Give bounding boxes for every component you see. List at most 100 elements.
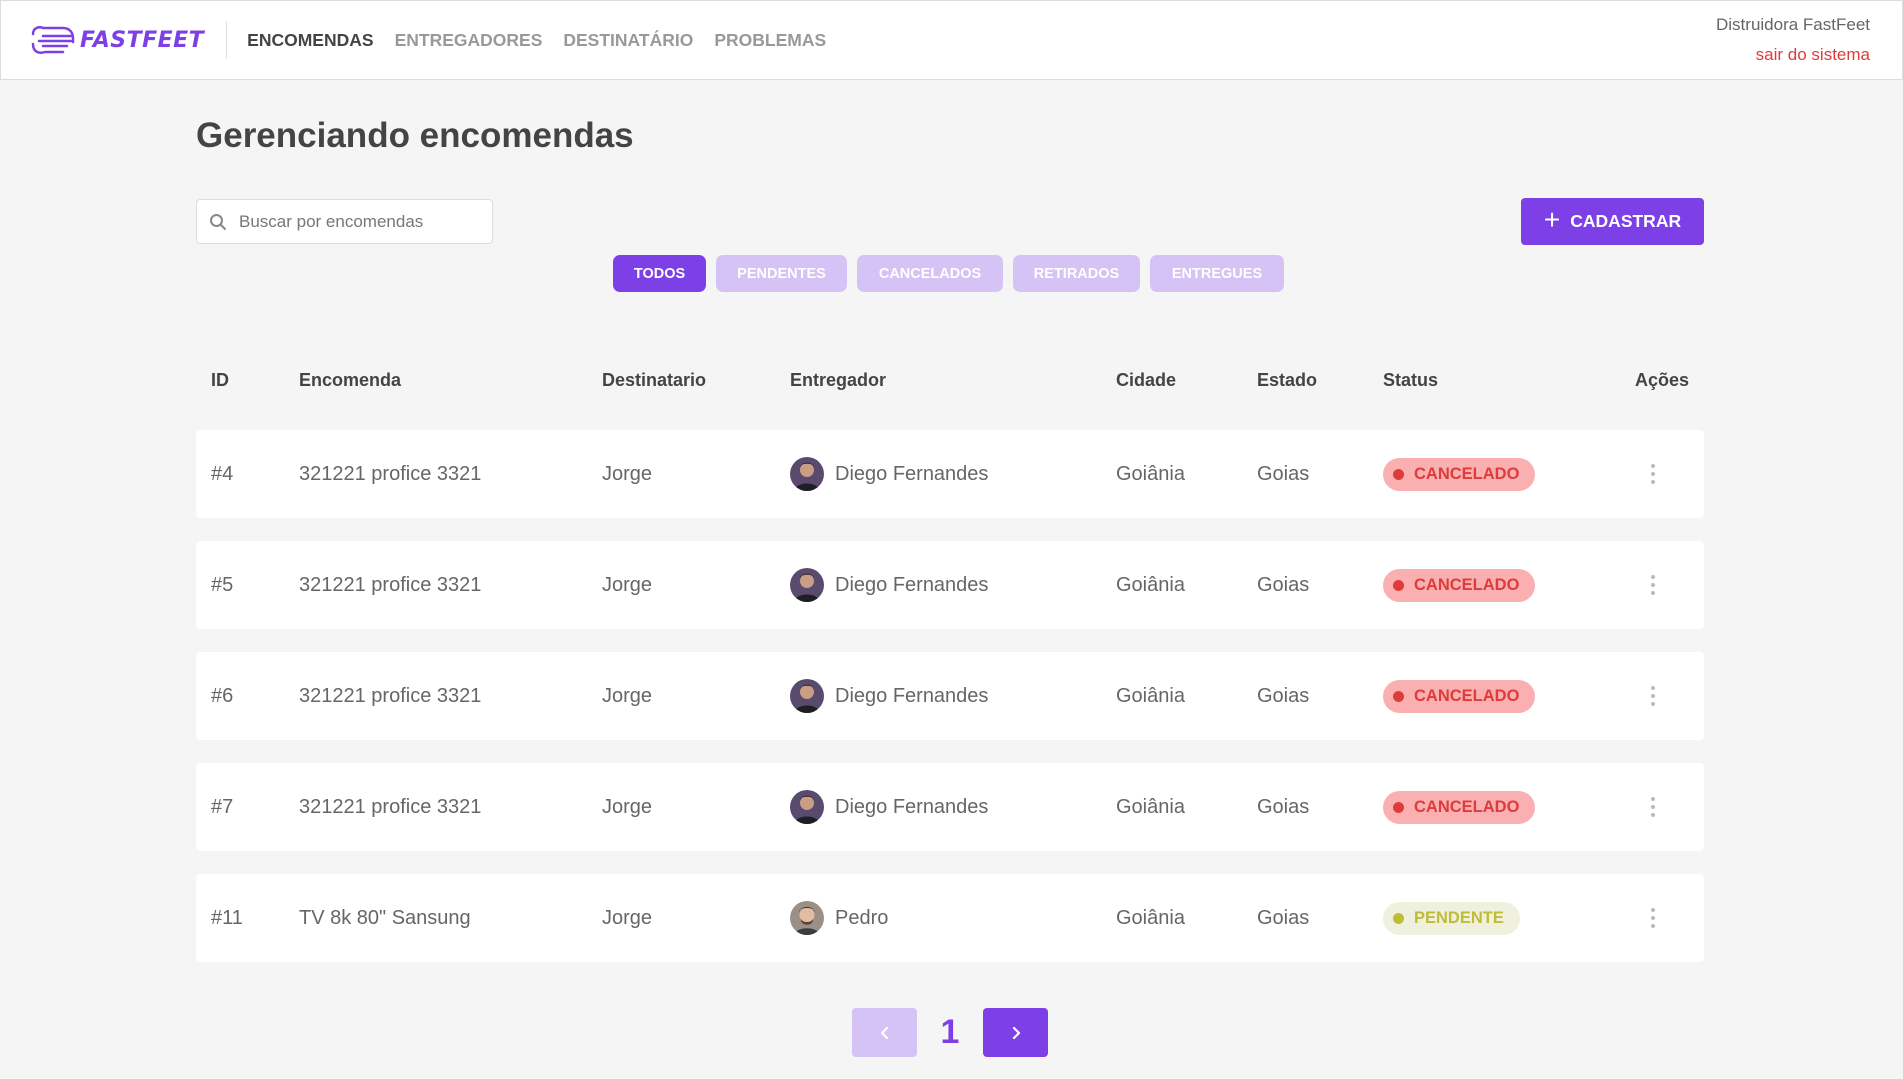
cell-id: #7 [211,795,234,818]
nav-encomendas[interactable]: ENCOMENDAS [247,30,373,51]
col-header-encomenda: Encomenda [299,370,402,390]
cell-destinatario: Jorge [602,795,653,818]
col-header-entregador: Entregador [790,370,887,390]
cell-status: CANCELADO [1383,430,1536,518]
top-navbar: FASTFEET ENCOMENDAS ENTREGADORES DESTINA… [0,0,1903,80]
cell-estado: Goias [1257,684,1310,707]
brand-logo[interactable]: FASTFEET [29,20,204,60]
cell-cidade: Goiânia [1116,906,1185,929]
cell-encomenda: 321221 profice 3321 [299,684,482,707]
next-page-button[interactable] [983,1008,1048,1057]
add-button-label: CADASTRAR [1570,211,1682,231]
nav-problemas[interactable]: PROBLEMAS [714,30,826,51]
table-row: #11 TV 8k 80" Sansung Jorge Pedro Goiânia Goi… [196,874,1704,962]
cell-entregador: Pedro [790,874,888,962]
table-row: #7 321221 profice 3321 Jorge Diego Fernande… [196,763,1704,851]
cell-destinatario: Jorge [602,684,653,707]
cell-acoes [1641,430,1665,518]
status-label: PENDENTE [1414,908,1504,927]
kebab-menu-icon[interactable] [1641,903,1665,933]
status-label: CANCELADO [1414,797,1520,816]
cell-status: PENDENTE [1383,874,1520,962]
search-input[interactable] [239,211,479,232]
entregador-name: Pedro [835,906,889,929]
add-button[interactable]: + CADASTRAR [1521,198,1704,245]
cell-encomenda: 321221 profice 3321 [299,795,482,818]
cell-estado: Goias [1257,906,1310,929]
col-header-destinatario: Destinatario [602,370,707,390]
plus-icon: + [1543,204,1561,235]
cell-id: #5 [211,573,234,596]
cell-estado: Goias [1257,573,1310,596]
nav-entregadores[interactable]: ENTREGADORES [395,30,543,51]
entregador-name: Diego Fernandes [835,573,989,596]
filter-retirados[interactable]: RETIRADOS [1013,255,1140,292]
filter-entregues[interactable]: ENTREGUES [1150,255,1284,292]
entregador-name: Diego Fernandes [835,462,989,485]
avatar [790,790,824,824]
kebab-menu-icon[interactable] [1641,681,1665,711]
col-header-acoes: Ações [1635,370,1690,390]
avatar [790,457,824,491]
cell-destinatario: Jorge [602,573,653,596]
status-dot-icon [1393,468,1404,480]
cell-acoes [1641,541,1665,629]
cell-entregador: Diego Fernandes [790,652,988,740]
logout-link[interactable]: sair do sistema [1716,45,1870,65]
cell-cidade: Goiânia [1116,684,1185,707]
avatar [790,901,824,935]
status-filters: TODOS PENDENTES CANCELADOS RETIRADOS ENT… [613,255,1284,292]
cell-id: #4 [211,462,234,485]
kebab-menu-icon[interactable] [1641,570,1665,600]
header-divider [226,21,228,59]
cell-entregador: Diego Fernandes [790,763,988,851]
status-label: CANCELADO [1414,686,1520,705]
filter-cancelados[interactable]: CANCELADOS [857,255,1003,292]
table-row: #4 321221 profice 3321 Jorge Diego Fernande… [196,430,1704,518]
status-dot-icon [1393,579,1404,591]
cell-cidade: Goiânia [1116,795,1185,818]
col-header-id: ID [211,370,229,390]
cell-estado: Goias [1257,795,1310,818]
kebab-menu-icon[interactable] [1641,459,1665,489]
kebab-menu-icon[interactable] [1641,792,1665,822]
table-row: #6 321221 profice 3321 Jorge Diego Fernande… [196,652,1704,740]
col-header-status: Status [1383,370,1439,390]
entregador-name: Diego Fernandes [835,684,989,707]
status-label: CANCELADO [1414,575,1520,594]
cell-id: #11 [211,906,243,929]
pagination: 1 [852,1008,1048,1057]
brand-name: FASTFEET [80,27,205,53]
cell-status: CANCELADO [1383,652,1536,740]
cell-destinatario: Jorge [602,462,653,485]
table-header: ID Encomenda Destinatario Entregador Cid… [196,370,1704,396]
cell-cidade: Goiânia [1116,573,1185,596]
cell-estado: Goias [1257,462,1310,485]
status-badge: CANCELADO [1383,790,1536,824]
avatar [790,679,824,713]
cell-entregador: Diego Fernandes [790,541,988,629]
cell-acoes [1641,874,1665,962]
search-box[interactable] [196,199,493,244]
user-name: Distruidora FastFeet [1716,15,1870,34]
chevron-left-icon [880,1026,888,1039]
user-box: Distruidora FastFeet sair do sistema [1716,15,1870,65]
col-header-estado: Estado [1257,370,1318,390]
cell-entregador: Diego Fernandes [790,430,988,518]
main-nav: ENCOMENDAS ENTREGADORES DESTINATÁRIO PRO… [247,30,826,51]
cell-destinatario: Jorge [602,906,653,929]
cell-encomenda: TV 8k 80" Sansung [299,906,471,929]
cell-status: CANCELADO [1383,541,1536,629]
nav-destinatario[interactable]: DESTINATÁRIO [563,30,693,51]
cell-cidade: Goiânia [1116,462,1185,485]
status-dot-icon [1393,690,1404,702]
filter-pendentes[interactable]: PENDENTES [716,255,847,292]
cell-encomenda: 321221 profice 3321 [299,462,482,485]
filter-todos[interactable]: TODOS [613,255,706,292]
table-row: #5 321221 profice 3321 Jorge Diego Fernande… [196,541,1704,629]
status-badge: PENDENTE [1383,901,1520,935]
cell-status: CANCELADO [1383,763,1536,851]
prev-page-button[interactable] [852,1008,917,1057]
page-title: Gerenciando encomendas [196,116,634,155]
fast-truck-lines-icon [31,26,75,54]
